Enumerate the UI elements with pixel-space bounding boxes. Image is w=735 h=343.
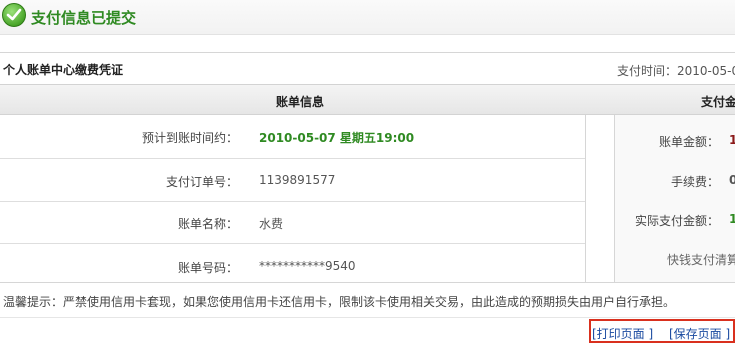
bill-info-panel: 预计到账时间约： 2010-05-07 星期五19:00 支付订单号： 1139… bbox=[0, 115, 586, 282]
save-page-link[interactable]: [保存页面 ] bbox=[669, 325, 730, 342]
voucher-title: 个人账单中心缴费凭证 bbox=[3, 63, 124, 77]
actual-amount-label: 实际支付金额： bbox=[635, 214, 720, 228]
section-header-bar bbox=[0, 84, 735, 115]
warning-text: 温馨提示：严禁使用信用卡套现，如果您使用信用卡还信用卡，限制该卡使用相关交易，由… bbox=[3, 295, 676, 309]
bill-name-label: 账单名称： bbox=[177, 217, 238, 231]
arrival-time-label: 预计到账时间约： bbox=[141, 131, 238, 145]
bill-name-value: 水费 bbox=[259, 217, 284, 231]
pay-time: 支付时间：2010-05-0 bbox=[617, 64, 735, 78]
page-title: 支付信息已提交 bbox=[31, 9, 137, 27]
fee-label: 手续费： bbox=[671, 175, 720, 189]
bill-info-header: 账单信息 bbox=[276, 95, 325, 109]
payment-panel: 账单金额： 1 手续费： 0 实际支付金额： 1 快钱支付清算 bbox=[614, 115, 735, 282]
arrival-time-value: 2010-05-07 星期五19:00 bbox=[259, 131, 415, 145]
row-divider bbox=[0, 158, 585, 159]
fee-value: 0 bbox=[729, 173, 735, 187]
order-number-label: 支付订单号： bbox=[165, 175, 238, 189]
row-divider bbox=[0, 201, 585, 202]
order-number-value: 1139891577 bbox=[259, 173, 336, 187]
divider bbox=[0, 52, 735, 53]
print-page-link[interactable]: [打印页面 ] bbox=[592, 325, 653, 342]
bill-amount-label: 账单金额： bbox=[659, 135, 720, 149]
clearing-note: 快钱支付清算 bbox=[667, 253, 735, 267]
bill-number-value: ***********9540 bbox=[259, 259, 356, 273]
bill-number-label: 账单号码： bbox=[177, 261, 238, 275]
payment-amount-header: 支付金 bbox=[701, 95, 735, 109]
row-divider bbox=[0, 243, 585, 244]
success-check-icon bbox=[2, 3, 26, 27]
actual-amount-value: 1 bbox=[729, 212, 735, 226]
bill-amount-value: 1 bbox=[729, 133, 735, 147]
